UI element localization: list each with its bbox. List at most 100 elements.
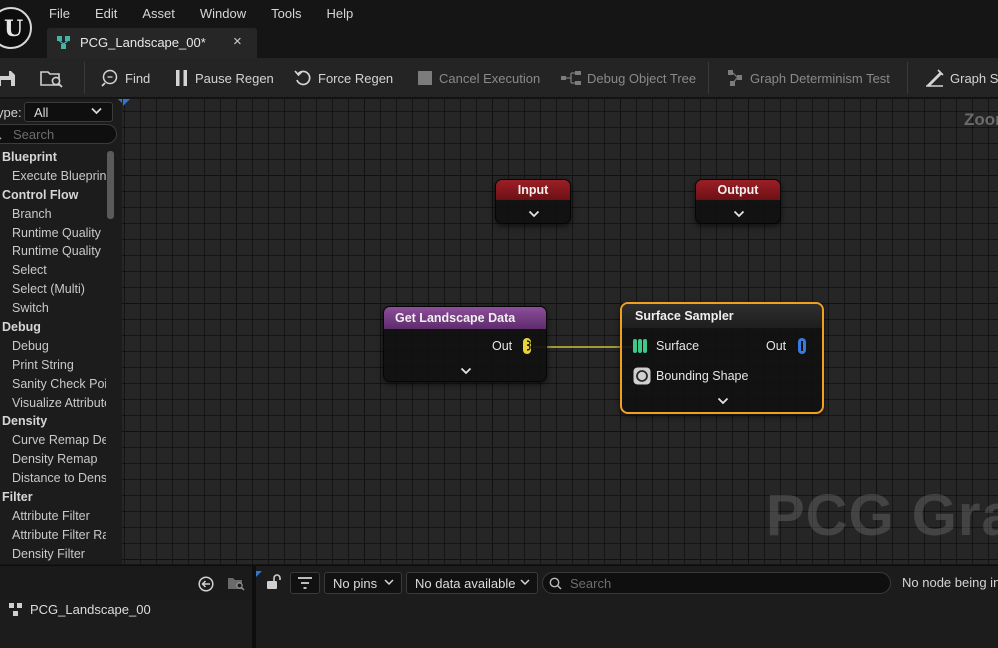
- search-icon: [549, 577, 562, 590]
- cancel-execution-button[interactable]: Cancel Execution: [417, 58, 541, 97]
- palette-node-item[interactable]: Curve Remap Density: [0, 431, 106, 450]
- graph-canvas[interactable]: Zoom PCG Graph Input Output Get Landscap…: [122, 99, 998, 564]
- pcg-graph-icon: [9, 602, 22, 616]
- data-dropdown-value: No data available: [415, 576, 516, 591]
- expand-chevron-icon[interactable]: [733, 210, 745, 218]
- save-icon: [0, 71, 15, 86]
- data-dropdown[interactable]: No data available: [406, 572, 538, 594]
- stop-icon: [418, 71, 432, 85]
- palette-node-item[interactable]: Attribute Filter Range: [0, 526, 106, 545]
- debug-object-tree-button[interactable]: Debug Object Tree: [561, 58, 697, 97]
- bounding-shape-pin-icon[interactable]: [633, 367, 651, 385]
- force-regen-label: Force Regen: [318, 70, 394, 86]
- palette-category[interactable]: Debug: [0, 318, 106, 337]
- menu-help[interactable]: Help: [326, 6, 353, 22]
- pins-dropdown[interactable]: No pins: [324, 572, 402, 594]
- determinism-icon: [728, 70, 742, 86]
- node-input[interactable]: Input: [495, 179, 571, 224]
- node-output[interactable]: Output: [695, 179, 781, 224]
- back-arrow-icon[interactable]: [198, 576, 214, 592]
- graph-determinism-test-label: Graph Determinism Test: [750, 70, 890, 86]
- close-tab-icon[interactable]: ×: [233, 33, 242, 50]
- find-icon: [101, 69, 118, 87]
- expand-chevron-icon[interactable]: [717, 397, 729, 405]
- filter-button[interactable]: [290, 572, 320, 594]
- node-input-title: Input: [496, 180, 570, 200]
- chevron-down-icon: [384, 579, 394, 586]
- outliner-header: [0, 566, 252, 600]
- palette-node-item[interactable]: Execute Blueprint: [0, 167, 106, 186]
- point-data-pin-icon[interactable]: [796, 337, 808, 355]
- palette-scrollbar[interactable]: [107, 151, 114, 219]
- zoom-level-label: Zoom: [964, 110, 998, 129]
- landscape-data-pin-icon[interactable]: [521, 337, 535, 355]
- menu-window[interactable]: Window: [200, 6, 246, 22]
- node-palette: ype: All BlueprintExecute BlueprintContr…: [0, 99, 122, 564]
- browse-folder-icon[interactable]: [227, 575, 245, 591]
- pin-out-label: Out: [766, 339, 787, 353]
- graph-settings-button[interactable]: Graph Se: [925, 58, 998, 97]
- palette-node-item[interactable]: Branch: [0, 205, 106, 224]
- palette-node-item[interactable]: Distance to Density: [0, 469, 106, 488]
- pins-dropdown-value: No pins: [333, 576, 378, 591]
- find-button[interactable]: Find: [101, 58, 150, 97]
- browse-asset-button[interactable]: [40, 58, 70, 97]
- attributes-search-input[interactable]: [570, 575, 870, 591]
- node-get-landscape-data[interactable]: Get Landscape Data Out: [383, 306, 547, 382]
- expand-chevron-icon[interactable]: [528, 210, 540, 218]
- palette-category[interactable]: Density: [0, 412, 106, 431]
- palette-node-item[interactable]: Select (Multi): [0, 280, 106, 299]
- unlock-icon[interactable]: [265, 574, 281, 590]
- unreal-logo-icon[interactable]: U: [0, 7, 32, 49]
- toolbar-separator: [84, 62, 85, 94]
- refresh-icon: [294, 70, 311, 86]
- palette-category[interactable]: Filter: [0, 488, 106, 507]
- pcg-graph-icon: [57, 36, 70, 49]
- palette-node-item[interactable]: Visualize Attribute: [0, 394, 106, 413]
- palette-node-item[interactable]: Switch: [0, 299, 106, 318]
- menu-bar: File Edit Asset Window Tools Help: [49, 6, 378, 22]
- palette-category[interactable]: Control Flow: [0, 186, 106, 205]
- palette-search-box[interactable]: [0, 124, 117, 144]
- pin-out-label: Out: [492, 339, 513, 353]
- debug-attributes-panel: No pins No data available No node being …: [256, 565, 998, 648]
- force-regen-button[interactable]: Force Regen: [294, 58, 394, 97]
- palette-category[interactable]: Blueprint: [0, 148, 106, 167]
- graph-outliner-panel: PCG_Landscape_00: [0, 565, 252, 648]
- palette-node-item[interactable]: Print String: [0, 356, 106, 375]
- palette-node-item[interactable]: Select: [0, 261, 106, 280]
- palette-search-input[interactable]: [13, 126, 111, 142]
- surface-pin-icon[interactable]: [632, 337, 650, 355]
- browse-folder-icon: [40, 71, 63, 88]
- palette-node-item[interactable]: Attribute Filter: [0, 507, 106, 526]
- document-tab[interactable]: PCG_Landscape_00* ×: [47, 28, 257, 58]
- cancel-execution-label: Cancel Execution: [439, 70, 541, 86]
- pin-bounding-shape-label: Bounding Shape: [656, 369, 749, 383]
- toolbar: Find Pause Regen Force Regen Cancel Exec…: [0, 58, 998, 98]
- menu-tools[interactable]: Tools: [271, 6, 301, 22]
- pin-surface-label: Surface: [656, 339, 700, 353]
- menu-edit[interactable]: Edit: [95, 6, 117, 22]
- expand-chevron-icon[interactable]: [460, 367, 472, 375]
- graph-determinism-test-button[interactable]: Graph Determinism Test: [726, 58, 890, 97]
- palette-node-item[interactable]: Density Filter: [0, 545, 106, 564]
- palette-node-item[interactable]: Runtime Quality: [0, 224, 106, 243]
- palette-node-item[interactable]: Density Remap: [0, 450, 106, 469]
- attributes-search-box[interactable]: [542, 572, 891, 594]
- debug-object-tree-label: Debug Object Tree: [587, 70, 697, 86]
- type-filter-dropdown[interactable]: All: [24, 102, 113, 122]
- pause-icon: [176, 70, 187, 86]
- pause-regen-button[interactable]: Pause Regen: [175, 58, 274, 97]
- node-surface-sampler[interactable]: Surface Sampler Surface Out Bounding Sha…: [620, 302, 824, 414]
- type-filter-label: ype:: [0, 105, 22, 120]
- save-button[interactable]: [0, 58, 22, 97]
- palette-node-item[interactable]: Runtime Quality: [0, 242, 106, 261]
- menu-asset[interactable]: Asset: [142, 6, 175, 22]
- document-tab-label: PCG_Landscape_00*: [80, 35, 206, 50]
- node-surface-sampler-title: Surface Sampler: [622, 304, 822, 328]
- palette-node-item[interactable]: Debug: [0, 337, 106, 356]
- outliner-asset-row[interactable]: PCG_Landscape_00: [8, 601, 151, 617]
- inspection-status-text: No node being inspected: [902, 575, 998, 590]
- palette-node-item[interactable]: Sanity Check Point: [0, 375, 106, 394]
- menu-file[interactable]: File: [49, 6, 70, 22]
